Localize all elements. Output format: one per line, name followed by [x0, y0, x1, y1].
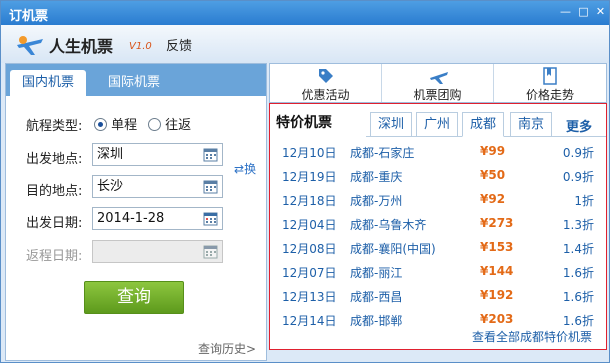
- depart-date-input[interactable]: 2014-1-28: [92, 207, 223, 230]
- radio-one-way[interactable]: 单程: [94, 114, 138, 133]
- tab-promotions[interactable]: 优惠活动: [270, 64, 382, 102]
- fare-discount: 1.6折: [562, 314, 594, 328]
- fare-route: 成都-万州: [350, 194, 403, 208]
- to-label: 目的地点:: [26, 184, 83, 199]
- fare-discount: 0.9折: [562, 170, 594, 184]
- fare-row[interactable]: 12月04日 成都-乌鲁木齐 ¥273 1.3折: [270, 216, 606, 240]
- tag-icon: [318, 69, 333, 83]
- fare-price: ¥144: [480, 264, 514, 278]
- tab-group-buy-label: 机票团购: [413, 88, 462, 102]
- swap-icon: ⇄: [234, 162, 245, 176]
- fare-route: 成都-乌鲁木齐: [350, 218, 427, 232]
- fare-route: 成都-襄阳(中国): [350, 242, 436, 256]
- fare-price: ¥50: [480, 168, 506, 182]
- city-tab-shenzhen[interactable]: 深圳: [370, 112, 412, 137]
- fare-discount: 1.3折: [562, 218, 594, 232]
- fare-route: 成都-邯郸: [350, 314, 403, 328]
- fare-date: 12月14日: [282, 314, 337, 328]
- radio-checked-icon: [94, 118, 107, 131]
- return-date-input: [92, 240, 223, 263]
- depart-date-label: 出发日期:: [26, 216, 83, 231]
- fare-row[interactable]: 12月07日 成都-丽江 ¥144 1.6折: [270, 264, 606, 288]
- to-input[interactable]: 长沙: [92, 175, 223, 198]
- fare-date: 12月08日: [282, 242, 337, 256]
- window-title: 订机票: [9, 9, 49, 24]
- fare-price: ¥99: [480, 144, 506, 158]
- fare-route: 成都-重庆: [350, 170, 403, 184]
- minimize-button[interactable]: —: [557, 4, 574, 20]
- depart-date-value: 2014-1-28: [97, 211, 165, 226]
- special-fares-title: 特价机票: [276, 115, 332, 131]
- fare-price: ¥192: [480, 288, 514, 302]
- fare-date: 12月18日: [282, 194, 337, 208]
- app-version: V1.0: [129, 41, 152, 52]
- fare-row[interactable]: 12月18日 成都-万州 ¥92 1折: [270, 192, 606, 216]
- special-fares-box: 特价机票 深圳 广州 成都 南京 更多 12月10日 成都-石家庄 ¥99 0.9折 …: [269, 103, 607, 350]
- tab-promotions-label: 优惠活动: [301, 88, 350, 102]
- app-window: 订机票 — □ ✕ 人生机票 V1.0 反馈 国内机票 国际机票 航程类型: 单…: [0, 0, 610, 363]
- trip-type-label: 航程类型:: [26, 119, 83, 134]
- radio-unchecked-icon: [148, 118, 161, 131]
- fare-discount: 1.6折: [562, 290, 594, 304]
- tab-group-buy[interactable]: 机票团购: [382, 64, 494, 102]
- city-picker-icon[interactable]: [203, 147, 218, 162]
- swap-label: 换: [244, 162, 257, 176]
- fare-route: 成都-丽江: [350, 266, 403, 280]
- bookmark-icon: [543, 67, 557, 85]
- fare-discount: 1折: [574, 194, 594, 208]
- maximize-button[interactable]: □: [575, 4, 592, 20]
- more-link[interactable]: 更多: [566, 116, 592, 135]
- fare-row[interactable]: 12月08日 成都-襄阳(中国) ¥153 1.4折: [270, 240, 606, 264]
- tab-international[interactable]: 国际机票: [96, 70, 172, 96]
- city-tab-guangzhou[interactable]: 广州: [416, 112, 458, 137]
- app-header: 人生机票 V1.0 反馈: [1, 25, 609, 63]
- from-input[interactable]: 深圳: [92, 143, 223, 166]
- fare-row[interactable]: 12月19日 成都-重庆 ¥50 0.9折: [270, 168, 606, 192]
- fare-discount: 1.6折: [562, 266, 594, 280]
- fare-route: 成都-石家庄: [350, 146, 415, 160]
- city-tab-nanjing[interactable]: 南京: [510, 112, 552, 137]
- view-all-fares-link[interactable]: 查看全部成都特价机票: [472, 328, 592, 345]
- search-panel: 国内机票 国际机票 航程类型: 单程 往返 出发地点: 深圳 ⇄换 目的地点: …: [5, 63, 267, 361]
- fare-price: ¥203: [480, 312, 514, 326]
- fare-date: 12月04日: [282, 218, 337, 232]
- title-bar[interactable]: 订机票 — □ ✕: [1, 1, 609, 25]
- close-button[interactable]: ✕: [592, 4, 609, 20]
- tab-price-trend[interactable]: 价格走势: [494, 64, 606, 102]
- query-history-link[interactable]: 查询历史>: [198, 340, 256, 357]
- calendar-icon: [203, 245, 218, 259]
- airplane-logo-icon: [17, 36, 43, 55]
- radio-round-trip[interactable]: 往返: [148, 114, 192, 133]
- feature-tabs: 优惠活动 机票团购 价格走势: [269, 63, 607, 103]
- to-value: 长沙: [97, 179, 124, 194]
- fare-price: ¥273: [480, 216, 514, 230]
- fare-date: 12月10日: [282, 146, 337, 160]
- fare-row[interactable]: 12月10日 成都-石家庄 ¥99 0.9折: [270, 144, 606, 168]
- round-trip-label: 往返: [165, 118, 192, 133]
- one-way-label: 单程: [111, 118, 138, 133]
- fare-date: 12月19日: [282, 170, 337, 184]
- query-button[interactable]: 查询: [84, 281, 184, 314]
- tab-domestic[interactable]: 国内机票: [10, 70, 87, 96]
- fare-date: 12月07日: [282, 266, 337, 280]
- fare-discount: 1.4折: [562, 242, 594, 256]
- airplane-icon: [429, 72, 448, 84]
- fare-discount: 0.9折: [562, 146, 594, 160]
- fare-date: 12月13日: [282, 290, 337, 304]
- fare-row[interactable]: 12月13日 成都-西昌 ¥192 1.6折: [270, 288, 606, 312]
- fare-price: ¥153: [480, 240, 514, 254]
- fare-price: ¥92: [480, 192, 506, 206]
- app-name: 人生机票: [49, 37, 114, 56]
- city-tab-chengdu[interactable]: 成都: [462, 112, 504, 137]
- from-label: 出发地点:: [26, 152, 83, 167]
- return-date-label: 返程日期:: [26, 249, 83, 264]
- swap-cities-button[interactable]: ⇄换: [234, 160, 256, 177]
- tab-price-trend-label: 价格走势: [525, 88, 574, 102]
- from-value: 深圳: [97, 147, 124, 162]
- city-picker-icon[interactable]: [203, 179, 218, 194]
- feedback-link[interactable]: 反馈: [166, 35, 192, 54]
- calendar-icon[interactable]: [203, 211, 218, 226]
- left-tab-bar: 国内机票 国际机票: [6, 64, 266, 96]
- fare-route: 成都-西昌: [350, 290, 403, 304]
